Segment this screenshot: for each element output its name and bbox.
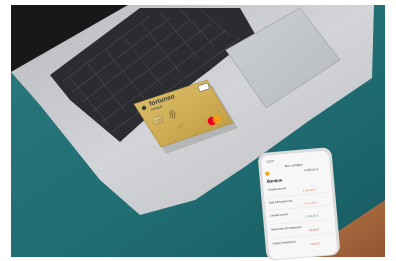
- smartphone: 12:54 Mes comptes 4 455,41 € Banque Comp…: [258, 147, 340, 261]
- brand-logo-icon: [141, 105, 147, 111]
- phone-status-time: 12:54: [266, 159, 274, 164]
- product-photo: fortuneo banque gold: [0, 0, 396, 261]
